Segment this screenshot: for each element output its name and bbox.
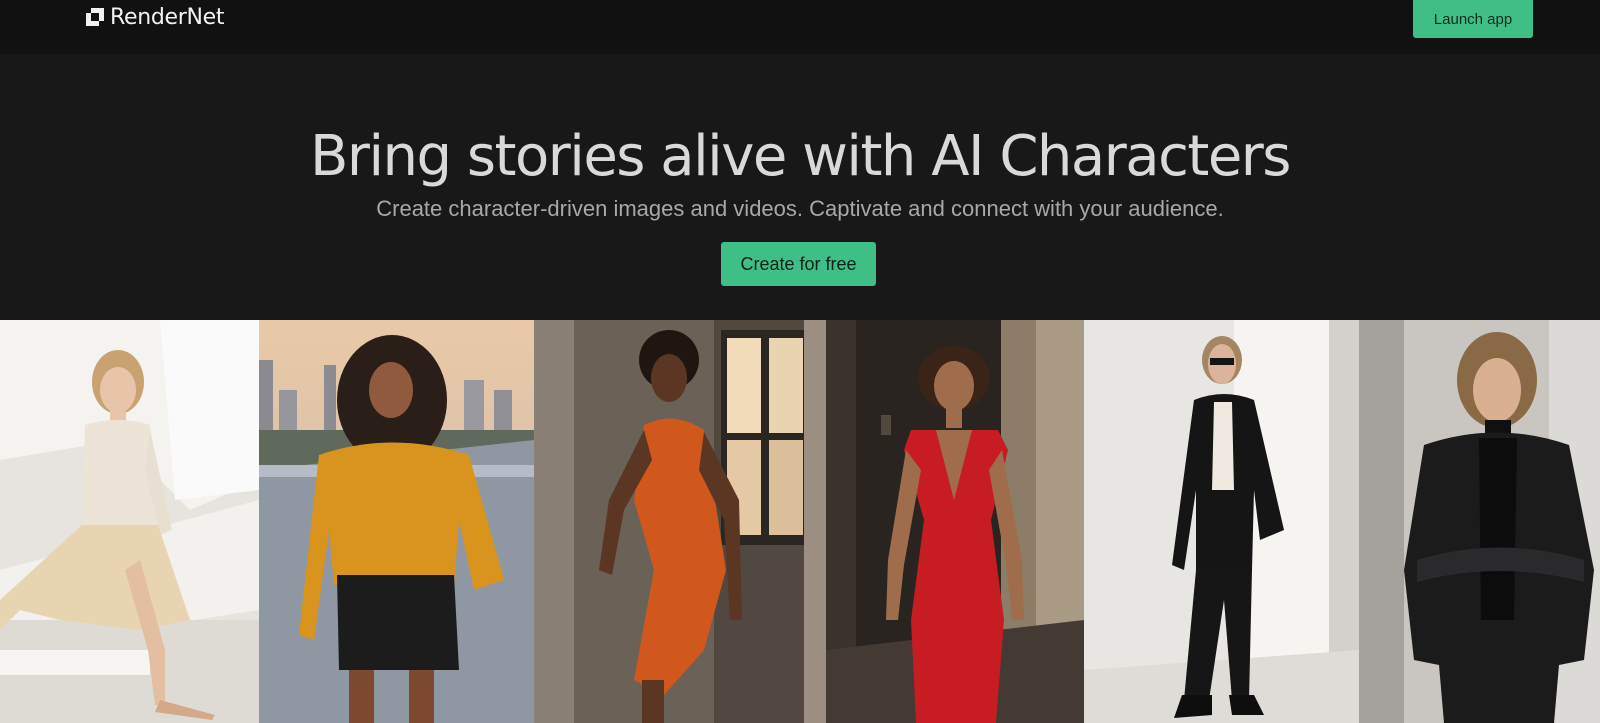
character-gallery <box>0 320 1600 723</box>
brand-logo[interactable]: RenderNet <box>86 4 225 30</box>
create-for-free-button[interactable]: Create for free <box>721 242 876 286</box>
hero-title: Bring stories alive with AI Characters <box>310 124 1291 189</box>
gallery-photo-cream-outfit <box>0 320 259 723</box>
gallery-photo-orange-dress <box>534 320 826 723</box>
launch-app-button[interactable]: Launch app <box>1413 0 1533 38</box>
brand-name: RenderNet <box>110 4 225 30</box>
gallery-photo-mustard-sweater <box>259 320 534 723</box>
top-navigation-bar: RenderNet Launch app <box>0 0 1600 54</box>
gallery-photo-black-suit <box>1084 320 1359 723</box>
gallery-photo-leather-jacket <box>1359 320 1600 723</box>
gallery-photo-red-dress <box>826 320 1084 723</box>
rendernet-logo-icon <box>86 8 104 26</box>
hero-section: Bring stories alive with AI Characters C… <box>0 54 1600 320</box>
hero-subtitle: Create character-driven images and video… <box>376 196 1224 221</box>
